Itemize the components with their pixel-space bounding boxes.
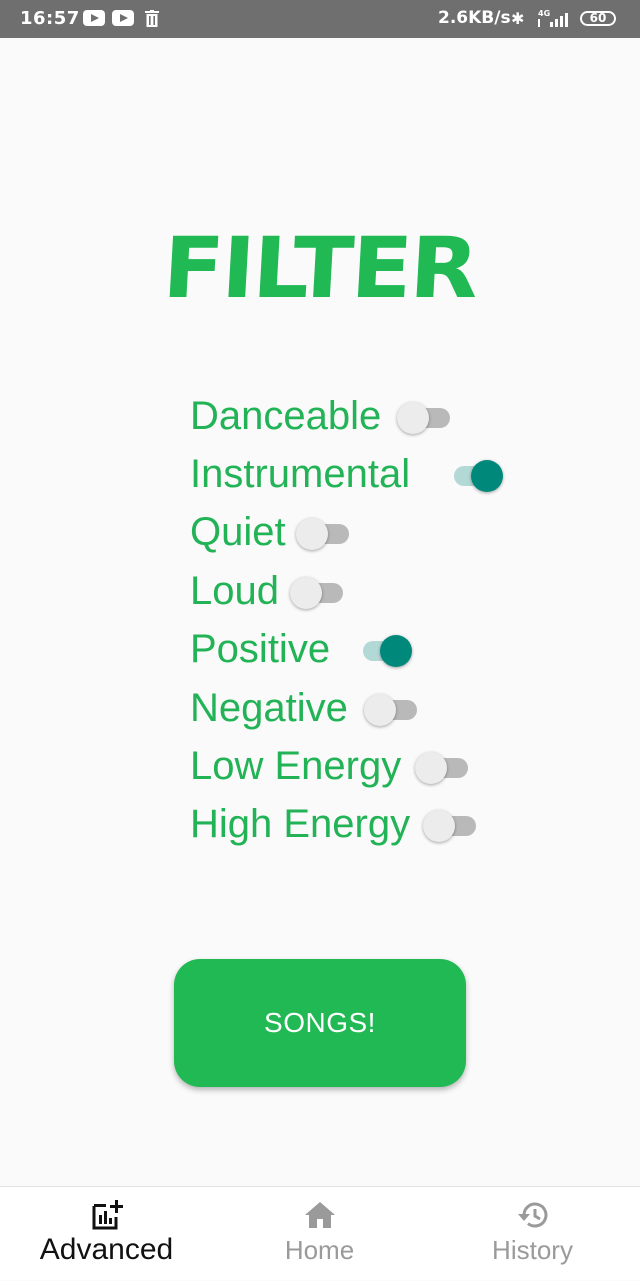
low-energy-switch[interactable] [415, 752, 469, 784]
switch-thumb [397, 402, 429, 434]
history-icon [515, 1199, 551, 1236]
filter-label: Low Energy [190, 744, 402, 788]
home-icon [303, 1199, 337, 1236]
network-speed: 2.6KB/s [438, 8, 511, 28]
filter-label: Quiet [190, 510, 286, 554]
songs-button[interactable]: SONGS! [174, 959, 466, 1087]
nav-label: History [492, 1235, 573, 1265]
nav-label: Advanced [39, 1233, 174, 1266]
nav-item-home[interactable]: Home [213, 1187, 426, 1281]
status-time: 16:57 [20, 8, 80, 29]
negative-switch[interactable] [364, 694, 418, 726]
loud-switch[interactable] [290, 577, 344, 609]
switch-thumb [423, 810, 455, 842]
filter-label: Instrumental [190, 452, 411, 496]
positive-switch[interactable] [358, 635, 412, 667]
network-type-label: 4G [538, 9, 550, 18]
nav-label: Home [284, 1235, 355, 1265]
youtube-notification-icon [83, 10, 105, 26]
youtube-notification-icon [112, 10, 134, 26]
switch-thumb [415, 752, 447, 784]
bluetooth-icon: ✱ [511, 9, 525, 28]
bottom-navigation: Advanced Home History [0, 1186, 640, 1280]
switch-thumb [296, 518, 328, 550]
nav-item-advanced[interactable]: Advanced [0, 1187, 213, 1281]
switch-thumb [471, 460, 503, 492]
chart-add-icon [91, 1199, 123, 1236]
switch-thumb [290, 577, 322, 609]
filter-label: High Energy [190, 802, 411, 846]
page-title: FILTER [160, 219, 480, 317]
high-energy-switch[interactable] [423, 810, 477, 842]
signal-icon: 4G [536, 9, 572, 33]
battery-level: 60 [589, 11, 607, 25]
filter-label: Positive [190, 627, 331, 671]
filter-label: Loud [190, 569, 279, 613]
trash-icon [145, 10, 159, 27]
nav-item-history[interactable]: History [426, 1187, 639, 1281]
instrumental-switch[interactable] [449, 460, 503, 492]
title-container: FILTER [0, 218, 640, 318]
danceable-switch[interactable] [397, 402, 451, 434]
switch-thumb [364, 694, 396, 726]
battery-icon: 60 [580, 11, 616, 26]
filter-label: Negative [190, 686, 348, 730]
quiet-switch[interactable] [296, 518, 350, 550]
filter-label: Danceable [190, 394, 382, 438]
switch-thumb [380, 635, 412, 667]
status-bar: 16:57 2.6KB/s ✱ 4G 60 [0, 0, 640, 38]
